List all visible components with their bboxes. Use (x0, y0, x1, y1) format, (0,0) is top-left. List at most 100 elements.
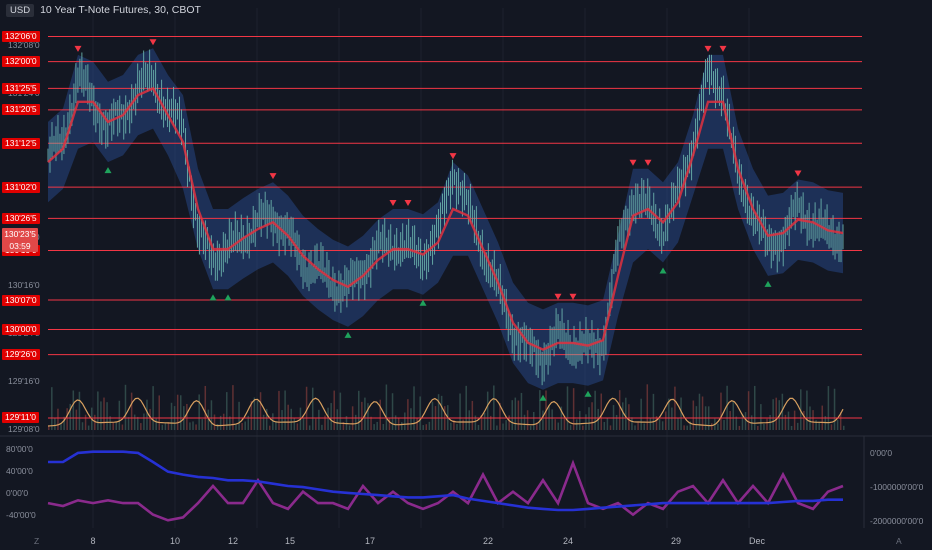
time-tick-label[interactable]: 29 (671, 536, 681, 546)
time-tick-label[interactable]: 15 (285, 536, 295, 546)
volume-bar (511, 400, 513, 430)
volume-bar (557, 422, 560, 430)
volume-bar (321, 424, 323, 430)
time-tick-label[interactable]: 12 (228, 536, 238, 546)
time-tick-label[interactable]: 22 (483, 536, 493, 546)
corner-left-label[interactable]: Z (34, 536, 39, 546)
volume-bar (732, 401, 734, 430)
time-tick-label[interactable]: 8 (90, 536, 95, 546)
currency-badge[interactable]: USD (6, 3, 35, 17)
level-tag[interactable]: 130'26'5 (2, 212, 40, 224)
volume-bar (81, 422, 84, 430)
volume-bar (226, 392, 228, 430)
volume-bar (330, 403, 332, 430)
volume-bar (149, 408, 151, 430)
volume-bar (671, 407, 673, 430)
volume-bar (204, 385, 207, 430)
volume-bar (563, 416, 566, 430)
volume-bar (790, 425, 793, 430)
level-tag[interactable]: 130'07'0 (2, 294, 40, 306)
time-tick-label[interactable]: 10 (170, 536, 180, 546)
volume-bar (772, 399, 774, 430)
level-tag[interactable]: 129'26'0 (2, 349, 40, 361)
volume-bar (425, 424, 428, 430)
volume-bar (311, 387, 314, 430)
volume-bar (618, 390, 621, 430)
volume-bar (241, 423, 243, 430)
level-tag[interactable]: 132'06'0 (2, 30, 40, 42)
volume-bar (367, 403, 369, 430)
volume-bar (760, 404, 762, 430)
volume-bar (738, 425, 741, 430)
volume-bar (192, 421, 194, 430)
volume-bar (84, 414, 87, 430)
volume-bar (133, 414, 136, 430)
volume-bar (462, 419, 464, 430)
volume-bar (213, 414, 216, 430)
volume-bar (127, 417, 130, 430)
volume-bar (327, 407, 329, 430)
volume-bar (75, 409, 78, 430)
volume-bar (373, 424, 375, 430)
volume-bar (238, 401, 240, 430)
volume-bar (161, 424, 164, 430)
volume-bar (643, 423, 645, 430)
volume-bar (57, 408, 59, 430)
volume-bar (634, 425, 636, 430)
current-price-tag: 130'23'5 03:59 (2, 228, 38, 252)
time-tick-label[interactable]: Dec (749, 536, 765, 546)
volume-bar (787, 411, 790, 430)
volume-bar (388, 417, 391, 430)
volume-bar (379, 399, 382, 430)
level-tag[interactable]: 132'00'0 (2, 56, 40, 68)
volume-bar (336, 409, 339, 430)
volume-bar (155, 418, 157, 430)
volume-bar (594, 390, 596, 430)
oscillator-left-tick: 80'00'0 (6, 444, 33, 454)
volume-bar (523, 414, 526, 430)
volume-bar (763, 424, 765, 430)
level-tag[interactable]: 131'25'5 (2, 82, 40, 94)
chart-canvas[interactable] (0, 0, 932, 550)
time-tick-label[interactable]: 17 (365, 536, 375, 546)
volume-bar (803, 410, 805, 430)
level-tag[interactable]: 131'12'5 (2, 137, 40, 149)
volume-bar (318, 409, 320, 430)
volume-bar (216, 423, 219, 430)
volume-bar (198, 394, 200, 430)
volume-bar (78, 391, 81, 430)
volume-bar (296, 423, 299, 430)
volume-bar (539, 390, 541, 430)
volume-bar (164, 422, 167, 430)
volume-bar (551, 409, 553, 430)
volume-bar (683, 425, 685, 430)
time-tick-label[interactable]: 24 (563, 536, 573, 546)
level-tag[interactable]: 129'11'0 (2, 412, 39, 424)
volume-bar (686, 425, 688, 430)
volume-bar (385, 384, 388, 430)
volume-bar (143, 413, 145, 430)
volume-bar (468, 410, 471, 430)
volume-bar (628, 404, 630, 430)
volume-bar (186, 403, 188, 430)
bar-countdown: 03:59 (9, 241, 31, 251)
corner-right-label[interactable]: A (896, 536, 902, 546)
level-tag[interactable]: 130'00'0 (2, 324, 40, 336)
volume-bar (229, 416, 231, 430)
volume-bar (796, 422, 799, 430)
volume-bar (416, 418, 418, 430)
volume-bar (130, 392, 133, 430)
level-tag[interactable]: 131'02'0 (2, 181, 40, 193)
volume-bar (465, 385, 467, 430)
volume-bar (649, 418, 652, 430)
volume-bar (483, 412, 486, 430)
volume-bar (711, 423, 713, 430)
level-tag[interactable]: 131'20'5 (2, 104, 40, 116)
price-tick-label: 129'16'0 (8, 376, 40, 386)
volume-bar (124, 384, 127, 430)
volume-bar (244, 421, 246, 430)
volume-bar (674, 386, 676, 430)
volume-bar (575, 419, 578, 430)
volume-bar (431, 401, 434, 430)
volume-bar (775, 397, 777, 430)
